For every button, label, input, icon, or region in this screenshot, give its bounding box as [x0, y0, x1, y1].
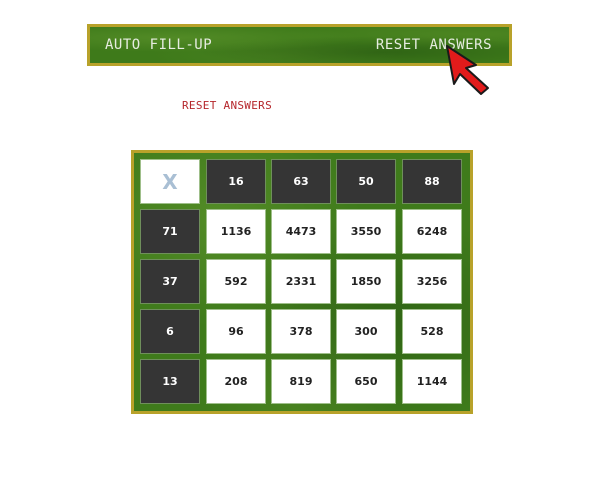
x-icon: X — [140, 159, 200, 204]
multiplication-grid: X 16 63 50 88 71 1136 4473 3550 6248 37 … — [131, 150, 473, 414]
answer-cell[interactable]: 592 — [206, 259, 266, 304]
answer-cell[interactable]: 208 — [206, 359, 266, 404]
answer-cell[interactable]: 1850 — [336, 259, 396, 304]
row-header: 37 — [140, 259, 200, 304]
column-header: 16 — [206, 159, 266, 204]
row-header: 13 — [140, 359, 200, 404]
answer-cell[interactable]: 1144 — [402, 359, 462, 404]
answer-cell[interactable]: 96 — [206, 309, 266, 354]
column-header: 88 — [402, 159, 462, 204]
answer-cell[interactable]: 3256 — [402, 259, 462, 304]
row-header: 71 — [140, 209, 200, 254]
answer-cell[interactable]: 819 — [271, 359, 331, 404]
auto-fill-up-button[interactable]: AUTO FILL-UP — [105, 37, 212, 53]
answer-cell[interactable]: 1136 — [206, 209, 266, 254]
reset-answers-link[interactable]: RESET ANSWERS — [182, 99, 272, 112]
answer-cell[interactable]: 3550 — [336, 209, 396, 254]
answer-cell[interactable]: 300 — [336, 309, 396, 354]
arrow-cursor-icon — [446, 45, 489, 95]
column-header: 50 — [336, 159, 396, 204]
answer-cell[interactable]: 378 — [271, 309, 331, 354]
row-header: 6 — [140, 309, 200, 354]
answer-cell[interactable]: 2331 — [271, 259, 331, 304]
answer-cell[interactable]: 4473 — [271, 209, 331, 254]
answer-cell[interactable]: 528 — [402, 309, 462, 354]
answer-cell[interactable]: 6248 — [402, 209, 462, 254]
answer-cell[interactable]: 650 — [336, 359, 396, 404]
column-header: 63 — [271, 159, 331, 204]
